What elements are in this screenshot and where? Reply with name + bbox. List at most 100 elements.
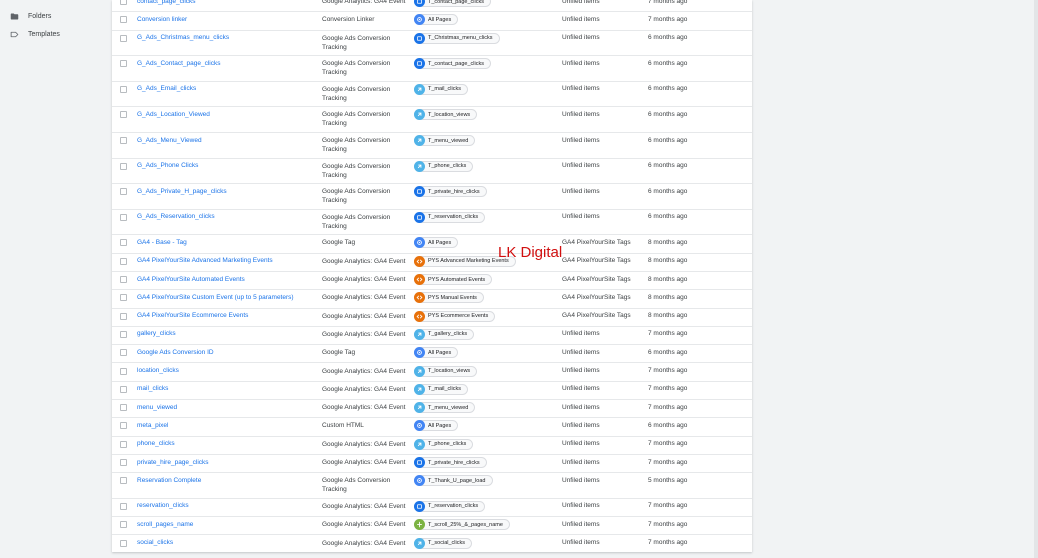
table-row[interactable]: GA4 PixelYourSite Custom Event (up to 5 …	[112, 289, 752, 309]
tag-name-link[interactable]: GA4 PixelYourSite Custom Event (up to 5 …	[137, 294, 294, 301]
tag-name-link[interactable]: GA4 PixelYourSite Automated Events	[137, 276, 245, 283]
tag-name-link[interactable]: G_Ads_Reservation_clicks	[137, 213, 215, 220]
tag-name-link[interactable]: gallery_clicks	[137, 330, 176, 337]
tag-name-link[interactable]: GA4 PixelYourSite Ecommerce Events	[137, 312, 248, 319]
trigger-chip[interactable]: All Pages	[414, 420, 459, 432]
tag-name-link[interactable]: G_Ads_Christmas_menu_clicks	[137, 34, 229, 41]
table-row[interactable]: G_Ads_Phone Clicks Google Ads Conversion …	[112, 158, 752, 185]
tag-name-link[interactable]: reservation_clicks	[137, 502, 189, 509]
table-row[interactable]: G_Ads_Reservation_clicks Google Ads Conve…	[112, 209, 752, 236]
table-row[interactable]: location_clicks Google Analytics: GA4 Eve…	[112, 363, 752, 382]
tag-name-link[interactable]: private_hire_page_clicks	[137, 459, 209, 466]
trigger-chip[interactable]: T_Thank_U_page_load	[414, 475, 493, 487]
trigger-chip[interactable]: T_phone_clicks	[414, 438, 474, 450]
table-row[interactable]: gallery_clicks Google Analytics: GA4 Even…	[112, 326, 752, 346]
tag-name-link[interactable]: G_Ads_Contact_page_clicks	[137, 60, 220, 67]
tag-name-link[interactable]: phone_clicks	[137, 440, 175, 447]
table-row[interactable]: GA4 PixelYourSite Ecommerce Events Google…	[112, 308, 752, 327]
trigger-chip[interactable]: T_reservation_clicks	[414, 211, 486, 223]
table-row[interactable]: GA4 PixelYourSite Automated Events Google…	[112, 271, 752, 291]
row-checkbox[interactable]	[120, 312, 127, 320]
table-row[interactable]: phone_clicks Google Analytics: GA4 Event T…	[112, 436, 752, 455]
tag-name-link[interactable]: Conversion linker	[137, 16, 187, 23]
sidebar-item-folders[interactable]: Folders	[10, 8, 51, 24]
table-row[interactable]: Google Ads Conversion ID Google Tag All Pa…	[112, 344, 752, 364]
tag-name-link[interactable]: Reservation Complete	[137, 477, 201, 484]
row-checkbox[interactable]	[120, 0, 127, 5]
table-row[interactable]: private_hire_page_clicks Google Analytics…	[112, 454, 752, 474]
tag-name-link[interactable]: mail_clicks	[137, 385, 168, 392]
trigger-chip[interactable]: All Pages	[414, 347, 459, 359]
row-checkbox[interactable]	[120, 330, 127, 338]
trigger-chip[interactable]: T_menu_viewed	[414, 402, 476, 414]
tag-name-link[interactable]: social_clicks	[137, 539, 173, 546]
table-row[interactable]: G_Ads_Menu_Viewed Google Ads Conversion T…	[112, 132, 752, 159]
trigger-chip[interactable]: T_mail_clicks	[414, 83, 469, 95]
row-checkbox[interactable]	[120, 459, 127, 466]
trigger-chip[interactable]: T_reservation_clicks	[414, 500, 486, 512]
table-row[interactable]: Reservation Complete Google Ads Conversio…	[112, 472, 752, 499]
table-row[interactable]: scroll_pages_name Google Analytics: GA4 E…	[112, 516, 752, 536]
trigger-chip[interactable]: PYS Automated Events	[414, 274, 493, 285]
tag-name-link[interactable]: location_clicks	[137, 367, 179, 374]
row-checkbox[interactable]	[120, 539, 127, 547]
tag-name-link[interactable]: G_Ads_Phone Clicks	[137, 162, 198, 169]
tag-name-link[interactable]: menu_viewed	[137, 404, 177, 411]
tag-name-link[interactable]: Google Ads Conversion ID	[137, 349, 214, 356]
row-checkbox[interactable]	[120, 477, 127, 485]
tag-name-link[interactable]: contact_page_clicks	[137, 0, 196, 5]
table-row[interactable]: meta_pixel Custom HTML All Pages Unfiled it…	[112, 417, 752, 437]
trigger-chip[interactable]: T_contact_page_clicks	[414, 58, 491, 70]
table-row[interactable]: G_Ads_Christmas_menu_clicks Google Ads Co…	[112, 30, 752, 57]
row-checkbox[interactable]	[120, 367, 127, 375]
tag-name-link[interactable]: G_Ads_Private_H_page_clicks	[137, 188, 227, 195]
row-checkbox[interactable]	[120, 60, 127, 68]
tag-name-link[interactable]: G_Ads_Location_Viewed	[137, 111, 210, 118]
trigger-chip[interactable]: T_private_hire_clicks	[414, 186, 487, 198]
row-checkbox[interactable]	[120, 404, 127, 412]
row-checkbox[interactable]	[120, 137, 127, 144]
trigger-chip[interactable]: T_contact_page_clicks	[414, 0, 491, 7]
trigger-chip[interactable]: PYS Manual Events	[414, 292, 484, 304]
row-checkbox[interactable]	[120, 349, 127, 357]
table-row[interactable]: G_Ads_Location_Viewed Google Ads Conversi…	[112, 106, 752, 133]
trigger-chip[interactable]: T_phone_clicks	[414, 160, 474, 172]
trigger-chip[interactable]: All Pages	[414, 237, 459, 249]
row-checkbox[interactable]	[120, 276, 127, 283]
row-checkbox[interactable]	[120, 502, 127, 510]
row-checkbox[interactable]	[120, 34, 127, 42]
scrollbar-track[interactable]	[1034, 0, 1038, 558]
row-checkbox[interactable]	[120, 16, 127, 24]
trigger-chip[interactable]: T_menu_viewed	[414, 135, 476, 146]
trigger-chip[interactable]: T_gallery_clicks	[414, 328, 475, 340]
row-checkbox[interactable]	[120, 422, 127, 430]
trigger-chip[interactable]: T_location_views	[414, 109, 478, 121]
row-checkbox[interactable]	[120, 85, 127, 93]
row-checkbox[interactable]	[120, 440, 127, 448]
table-row[interactable]: G_Ads_Private_H_page_clicks Google Ads Co…	[112, 183, 752, 210]
row-checkbox[interactable]	[120, 257, 127, 265]
trigger-chip[interactable]: T_scroll_25%_&_pages_name	[414, 519, 510, 531]
trigger-chip[interactable]: T_mail_clicks	[414, 383, 469, 395]
table-row[interactable]: social_clicks Google Analytics: GA4 Event…	[112, 535, 752, 553]
table-row[interactable]: reservation_clicks Google Analytics: GA4 …	[112, 498, 752, 518]
trigger-chip[interactable]: All Pages	[414, 14, 459, 26]
sidebar-item-templates[interactable]: Templates	[10, 26, 60, 42]
tag-name-link[interactable]: GA4 - Base - Tag	[137, 239, 187, 246]
table-row[interactable]: GA4 PixelYourSite Advanced Marketing Eve…	[112, 253, 752, 272]
table-row[interactable]: mail_clicks Google Analytics: GA4 Event T_…	[112, 381, 752, 401]
trigger-chip[interactable]: T_private_hire_clicks	[414, 457, 487, 468]
tag-name-link[interactable]: GA4 PixelYourSite Advanced Marketing Eve…	[137, 257, 273, 264]
row-checkbox[interactable]	[120, 213, 127, 221]
row-checkbox[interactable]	[120, 294, 127, 302]
row-checkbox[interactable]	[120, 111, 127, 119]
trigger-chip[interactable]: T_location_views	[414, 365, 478, 377]
trigger-chip[interactable]: T_Christmas_menu_clicks	[414, 32, 500, 44]
tag-name-link[interactable]: meta_pixel	[137, 422, 168, 429]
tag-name-link[interactable]: G_Ads_Menu_Viewed	[137, 137, 202, 144]
table-row[interactable]: GA4 - Base - Tag Google Tag All Pages GA4 P…	[112, 234, 752, 254]
row-checkbox[interactable]	[120, 521, 127, 529]
row-checkbox[interactable]	[120, 385, 127, 393]
row-checkbox[interactable]	[120, 188, 127, 196]
row-checkbox[interactable]	[120, 239, 127, 247]
